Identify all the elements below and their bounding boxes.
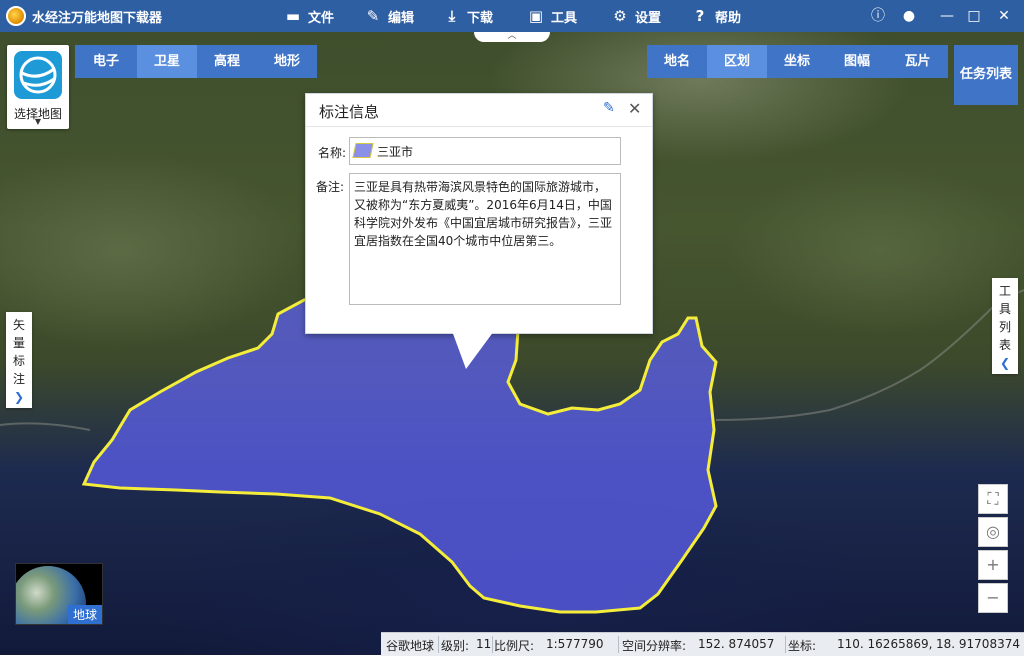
chevron-left-icon: ❮ — [999, 356, 1011, 370]
name-label: 名称: — [318, 146, 347, 160]
note-textarea[interactable]: 三亚是具有热带海滨风景特色的国际旅游城市，又被称为“东方夏威夷”。2016年6月… — [349, 173, 621, 305]
annotation-info-popup: 标注信息 ✎ ✕ 名称: 三亚市 备注: 三亚是具有热带海滨风景特色的国际旅游城… — [305, 93, 653, 334]
close-icon[interactable]: ✕ — [628, 99, 641, 118]
tab-layer-coordinates[interactable]: 坐标 — [767, 45, 827, 78]
map-source-icon — [14, 51, 62, 99]
side-left-char: 注 — [12, 372, 25, 386]
chevron-down-icon: ▼ — [34, 117, 42, 126]
gear-icon: ⚙ — [613, 7, 627, 25]
pencil-icon[interactable]: ✎ — [603, 100, 615, 116]
info-button[interactable]: ⓘ — [867, 6, 889, 26]
menu-tools[interactable]: ▣ 工具 — [527, 0, 577, 32]
zoom-in-button[interactable]: + — [978, 550, 1008, 580]
popup-title: 标注信息 — [319, 103, 380, 121]
minimize-button[interactable]: — — [936, 6, 958, 26]
globe-label: 地球 — [67, 605, 102, 624]
side-left-char: 量 — [12, 336, 25, 350]
fullscreen-button[interactable]: ⛶ — [978, 484, 1008, 514]
app-logo-icon — [6, 6, 26, 26]
maximize-button[interactable]: □ — [963, 6, 985, 26]
menu-file[interactable]: ▬ 文件 — [284, 0, 334, 32]
chevron-right-icon: ❯ — [13, 390, 25, 404]
user-icon[interactable]: ● — [898, 6, 920, 26]
status-scale-label: 比例尺: — [494, 639, 535, 653]
menu-help-label: 帮助 — [715, 10, 742, 26]
status-longitude: 110. 16265869, — [837, 637, 933, 651]
tool-list-tab[interactable]: 工 具 列 表 ❮ — [992, 278, 1018, 374]
map-type-tabs: 电子 卫星 高程 地形 — [75, 45, 317, 78]
menu-file-label: 文件 — [308, 10, 335, 26]
toolbox-icon: ▣ — [528, 7, 544, 25]
tab-map-terrain[interactable]: 地形 — [257, 45, 317, 78]
vector-annotation-tab[interactable]: 矢 量 标 注 ❯ — [6, 312, 32, 408]
status-resolution-label: 空间分辨率: — [622, 639, 687, 653]
status-latitude: 18. 91708374 — [936, 637, 1020, 651]
side-left-char: 标 — [12, 354, 25, 368]
layer-tabs: 地名 区划 坐标 图幅 瓦片 — [647, 45, 948, 78]
locate-button[interactable]: ◎ — [978, 517, 1008, 547]
status-coord-label: 坐标: — [788, 639, 817, 653]
name-value: 三亚市 — [377, 145, 414, 159]
note-label: 备注: — [316, 180, 345, 194]
side-left-char: 矢 — [12, 318, 25, 332]
collapse-toolbar-button[interactable]: ︿ — [474, 32, 550, 42]
status-bar: 谷歌地球 级别: 11 比例尺: 1:577790 空间分辨率: 152. 87… — [381, 632, 1024, 656]
menu-download-label: 下载 — [467, 10, 494, 26]
menu-settings[interactable]: ⚙ 设置 — [611, 0, 661, 32]
status-level-label: 级别: — [441, 639, 470, 653]
tab-map-elevation[interactable]: 高程 — [197, 45, 257, 78]
side-right-char: 工 — [998, 284, 1011, 298]
menu-settings-label: 设置 — [635, 10, 662, 26]
status-source: 谷歌地球 — [386, 639, 435, 653]
help-icon: ? — [695, 7, 705, 25]
tab-layer-divisions[interactable]: 区划 — [707, 45, 767, 78]
task-list-button[interactable]: 任务列表 — [954, 45, 1018, 105]
zoom-out-button[interactable]: − — [978, 583, 1008, 613]
menu-download[interactable]: ⤓ 下载 — [443, 0, 493, 32]
polygon-style-icon[interactable] — [352, 143, 374, 158]
tab-layer-placenames[interactable]: 地名 — [647, 45, 707, 78]
popup-header: 标注信息 ✎ ✕ — [306, 94, 652, 127]
menu-edit-label: 编辑 — [388, 10, 415, 26]
side-right-char: 列 — [998, 320, 1011, 334]
popup-pointer — [452, 331, 494, 369]
status-resolution: 152. 874057 — [698, 637, 775, 651]
status-level: 11 — [476, 637, 492, 651]
status-scale: 1:577790 — [546, 637, 604, 651]
map-selector-button[interactable]: 选择地图 ▼ — [7, 45, 69, 129]
menu-tools-label: 工具 — [551, 10, 578, 26]
tab-layer-tiles[interactable]: 瓦片 — [887, 45, 948, 78]
name-field[interactable]: 三亚市 — [349, 137, 621, 165]
sanya-region-polygon[interactable] — [81, 293, 718, 614]
side-right-char: 具 — [998, 302, 1011, 316]
app-title: 水经注万能地图下载器 — [32, 10, 163, 26]
title-bar: 水经注万能地图下载器 ▬ 文件 ✎ 编辑 ⤓ 下载 ▣ 工具 ⚙ 设置 ? 帮助… — [0, 0, 1024, 32]
menu-help[interactable]: ? 帮助 — [691, 0, 741, 32]
globe-view-button[interactable]: 地球 — [15, 563, 103, 625]
folder-icon: ▬ — [285, 7, 301, 25]
close-button[interactable]: ✕ — [993, 6, 1015, 26]
side-right-char: 表 — [998, 338, 1011, 352]
tab-layer-sheets[interactable]: 图幅 — [827, 45, 887, 78]
download-icon: ⤓ — [448, 7, 456, 25]
tab-map-electronic[interactable]: 电子 — [75, 45, 137, 78]
menu-edit[interactable]: ✎ 编辑 — [364, 0, 414, 32]
tab-map-satellite[interactable]: 卫星 — [137, 45, 197, 78]
edit-icon: ✎ — [366, 7, 380, 25]
